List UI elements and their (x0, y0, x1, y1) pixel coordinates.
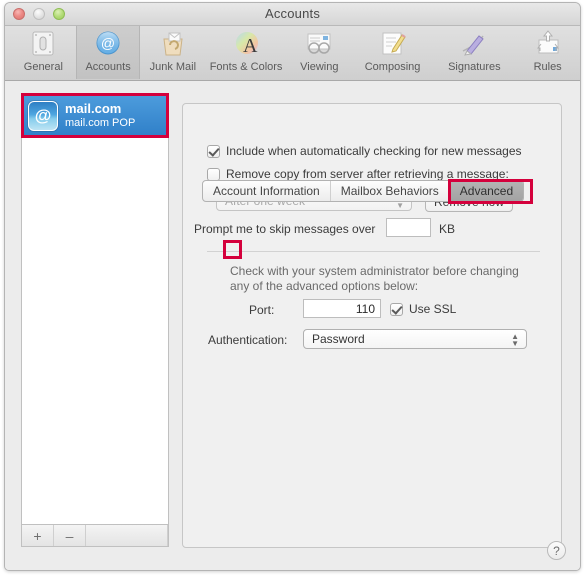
admin-note: Check with your system administrator bef… (230, 264, 519, 293)
at-sign-icon: @ (28, 100, 58, 131)
chevron-updown-icon-auth: ▲ ▼ (511, 332, 519, 348)
toolbar-item-signatures[interactable]: Signatures (433, 26, 515, 79)
accounts-preferences-window: Accounts General @ Accounts Junk Mail A … (4, 2, 581, 571)
window-title: Accounts (264, 6, 321, 21)
svg-text:@: @ (101, 35, 115, 51)
authentication-select[interactable]: Password ▲ ▼ (303, 329, 527, 349)
toolbar-item-composing[interactable]: Composing (352, 26, 434, 79)
toolbar-item-rules[interactable]: Rules (515, 26, 580, 79)
authentication-label: Authentication: (208, 333, 288, 347)
prompt-skip-input[interactable] (386, 218, 431, 237)
toolbar-label-junk-mail: Junk Mail (149, 61, 197, 73)
prompt-skip-label: Prompt me to skip messages over (194, 222, 376, 236)
remove-copy-label: Remove copy from server after retrieving… (226, 167, 509, 181)
accounts-list[interactable]: @ mail.com mail.com POP (21, 93, 169, 525)
add-account-button[interactable]: + (22, 525, 54, 546)
accounts-list-footer: + – (21, 525, 169, 547)
toolbar-item-general[interactable]: General (11, 26, 76, 79)
account-detail-panel: Include when automatically checking for … (182, 103, 562, 548)
window-titlebar[interactable]: Accounts (5, 3, 580, 26)
toolbar-label-signatures: Signatures (448, 61, 501, 73)
accounts-list-footer-spacer (86, 525, 168, 546)
use-ssl-label: Use SSL (409, 302, 457, 316)
include-check-row[interactable]: Include when automatically checking for … (207, 144, 522, 158)
prompt-skip-unit: KB (439, 222, 456, 236)
preferences-content: @ mail.com mail.com POP + – Include when… (5, 81, 580, 570)
include-checking-checkbox[interactable] (207, 144, 220, 158)
tab-account-information[interactable]: Account Information (203, 181, 331, 201)
toolbar-label-accounts: Accounts (85, 61, 131, 73)
preferences-toolbar: General @ Accounts Junk Mail A Fonts & C… (5, 26, 580, 81)
composing-icon (377, 29, 409, 59)
use-ssl-row[interactable]: Use SSL (390, 302, 456, 316)
remove-copy-checkbox[interactable] (207, 167, 220, 181)
port-label: Port: (249, 303, 275, 317)
toolbar-label-rules: Rules (533, 61, 562, 73)
section-divider (207, 251, 540, 252)
advanced-settings-form: Include when automatically checking for … (183, 104, 561, 547)
port-input[interactable]: 110 (303, 299, 381, 318)
rules-icon (532, 29, 564, 59)
list-item-account[interactable]: @ mail.com mail.com POP (22, 94, 168, 137)
fonts-colors-icon: A (230, 29, 262, 59)
toolbar-label-viewing: Viewing (300, 61, 339, 73)
authentication-value: Password (312, 332, 365, 346)
junk-mail-icon (157, 29, 189, 59)
toolbar-label-composing: Composing (364, 61, 421, 73)
account-tabs: Account Information Mailbox Behaviors Ad… (202, 180, 525, 202)
remove-account-button[interactable]: – (54, 525, 86, 546)
tab-advanced[interactable]: Advanced (449, 181, 524, 201)
help-button[interactable]: ? (547, 541, 566, 560)
toolbar-item-junk-mail[interactable]: Junk Mail (140, 26, 205, 79)
svg-text:A: A (243, 35, 258, 57)
signatures-icon (458, 29, 490, 59)
toolbar-item-viewing[interactable]: Viewing (287, 26, 352, 79)
toolbar-item-fonts-colors[interactable]: A Fonts & Colors (205, 26, 287, 79)
account-type: mail.com POP (65, 116, 136, 129)
accounts-icon: @ (92, 29, 124, 59)
screenshot-root: Accounts General @ Accounts Junk Mail A … (0, 0, 585, 575)
account-labels: mail.com mail.com POP (65, 100, 136, 130)
viewing-icon (303, 29, 335, 59)
account-name: mail.com (65, 100, 122, 116)
toolbar-item-accounts[interactable]: @ Accounts (75, 26, 141, 79)
general-icon (27, 29, 59, 59)
toolbar-label-general: General (23, 61, 63, 73)
tab-mailbox-behaviors[interactable]: Mailbox Behaviors (331, 181, 450, 201)
remove-copy-check-row[interactable]: Remove copy from server after retrieving… (207, 167, 509, 181)
use-ssl-checkbox[interactable] (390, 302, 403, 316)
include-checking-label: Include when automatically checking for … (226, 144, 522, 158)
toolbar-label-fonts-colors: Fonts & Colors (209, 61, 283, 73)
